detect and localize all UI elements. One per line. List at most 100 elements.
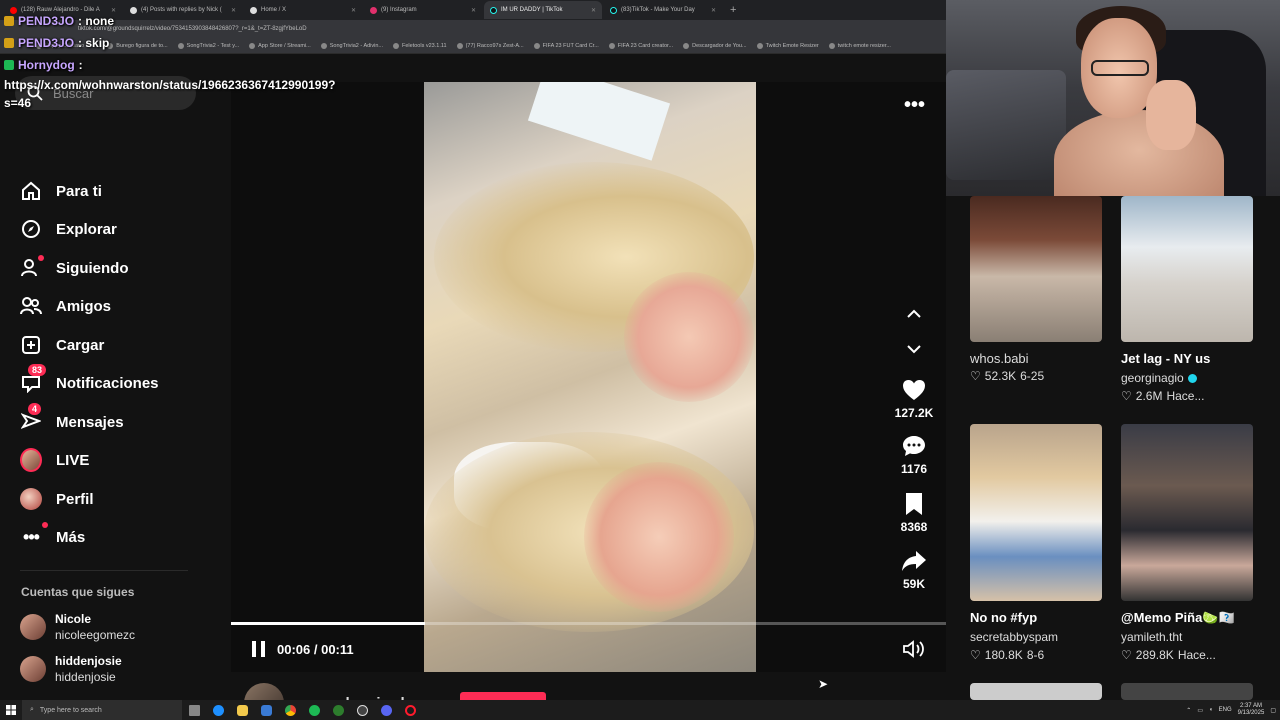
share-count: 59K bbox=[902, 577, 925, 591]
sidebar-item-siguiendo[interactable]: Siguiendo bbox=[20, 255, 129, 279]
live-icon bbox=[20, 448, 42, 472]
bookmark-icon bbox=[456, 42, 463, 49]
share-icon bbox=[890, 547, 938, 575]
recommended-video-thumbnail[interactable] bbox=[970, 683, 1102, 700]
browser-tab[interactable]: (9) Instagram ✕ bbox=[364, 1, 482, 19]
share-button[interactable]: 59K bbox=[890, 547, 938, 591]
bookmark[interactable]: (77) Racco97s Zest-A... bbox=[456, 42, 524, 49]
windows-taskbar: ⌕ Type here to search ⌃ ▭ ◖ ENG 2:37 AM 9/… bbox=[0, 700, 1280, 720]
search-icon: ⌕ bbox=[30, 706, 34, 713]
opera-icon[interactable] bbox=[398, 700, 422, 720]
sidebar-item-mas[interactable]: ••• Más bbox=[20, 522, 85, 548]
close-tab-icon[interactable]: ✕ bbox=[591, 7, 596, 14]
store-icon[interactable] bbox=[254, 700, 278, 720]
followed-account[interactable]: Nicole nicoleegomezc bbox=[20, 611, 135, 643]
bookmark[interactable]: FIFA 23 FUT Card Cr... bbox=[533, 42, 599, 49]
edge-icon[interactable] bbox=[206, 700, 230, 720]
sidebar-item-para-ti[interactable]: Para ti bbox=[20, 180, 102, 202]
chat-badge-icon bbox=[4, 16, 14, 26]
bookmark[interactable]: SongTrivia2 - Adivin... bbox=[320, 42, 383, 49]
friends-icon bbox=[20, 295, 42, 317]
sidebar-item-amigos[interactable]: Amigos bbox=[20, 295, 111, 317]
bookmark-icon bbox=[533, 42, 540, 49]
pause-icon[interactable] bbox=[251, 640, 267, 658]
bookmark-icon bbox=[608, 42, 615, 49]
close-tab-icon[interactable]: ✕ bbox=[471, 7, 476, 14]
video-frame-image[interactable] bbox=[424, 82, 756, 672]
bookmark[interactable]: Twitch Emote Resizer bbox=[756, 42, 819, 49]
volume-icon[interactable] bbox=[903, 640, 925, 658]
notification-dot bbox=[42, 522, 48, 528]
system-clock[interactable]: 2:37 AM 9/13/2025 bbox=[1238, 703, 1265, 717]
file-explorer-icon[interactable] bbox=[230, 700, 254, 720]
close-tab-icon[interactable]: ✕ bbox=[351, 7, 356, 14]
previous-video-icon[interactable] bbox=[905, 305, 923, 323]
bookmark-icon bbox=[890, 490, 938, 518]
sidebar-item-live[interactable]: LIVE bbox=[20, 448, 89, 472]
bookmark[interactable]: Descargador de You... bbox=[683, 42, 747, 49]
browser-tab[interactable]: Home / X ✕ bbox=[244, 1, 362, 19]
system-tray: ⌃ ▭ ◖ ENG 2:37 AM 9/13/2025 ▢ bbox=[1186, 700, 1280, 720]
video-progress-bar[interactable] bbox=[231, 622, 949, 625]
save-count: 8368 bbox=[900, 520, 928, 534]
obs-icon[interactable] bbox=[350, 700, 374, 720]
recommended-video-title[interactable]: @Memo Piña🍋‍🟩🇽🇽 bbox=[1121, 610, 1235, 626]
sidebar-item-perfil[interactable]: Perfil bbox=[20, 488, 94, 510]
recommended-video-title[interactable]: whos.babi bbox=[970, 351, 1029, 366]
heart-icon bbox=[890, 376, 938, 404]
task-view-icon[interactable] bbox=[182, 700, 206, 720]
network-icon[interactable]: ▭ bbox=[1197, 707, 1203, 714]
recommended-video-thumbnail[interactable] bbox=[1121, 196, 1253, 342]
recommended-video-thumbnail[interactable] bbox=[1121, 424, 1253, 601]
recommended-video-title[interactable]: Jet lag - NY us bbox=[1121, 351, 1210, 366]
recommended-video-user[interactable]: secretabbyspam bbox=[970, 630, 1058, 644]
browser-tab-active[interactable]: IM UR DADDY | TikTok ✕ bbox=[484, 1, 602, 19]
bookmark[interactable]: FIFA 23 Card creator... bbox=[608, 42, 673, 49]
bookmark[interactable]: App Store / Streami... bbox=[249, 42, 311, 49]
save-button[interactable]: 8368 bbox=[890, 490, 938, 534]
chat-badge-icon bbox=[4, 60, 14, 70]
close-tab-icon[interactable]: ✕ bbox=[711, 7, 716, 14]
xbox-icon[interactable] bbox=[326, 700, 350, 720]
recommended-video-stats: ♡ 289.8K Hace... bbox=[1121, 648, 1216, 662]
new-tab-button[interactable]: + bbox=[730, 4, 736, 16]
avatar bbox=[20, 656, 46, 682]
recommended-video-user[interactable]: georginagio bbox=[1121, 371, 1197, 385]
browser-tab[interactable]: (83)TikTok - Make Your Day ✕ bbox=[604, 1, 722, 19]
volume-tray-icon[interactable]: ◖ bbox=[1209, 707, 1213, 713]
more-icon: ••• bbox=[20, 522, 48, 548]
heart-outline-icon: ♡ bbox=[1121, 648, 1132, 662]
taskbar-search-input[interactable]: ⌕ Type here to search bbox=[22, 700, 182, 720]
windows-start-icon[interactable] bbox=[0, 700, 22, 720]
notifications-icon[interactable]: ▢ bbox=[1270, 707, 1276, 714]
next-video-icon[interactable] bbox=[905, 340, 923, 358]
compass-icon bbox=[20, 218, 42, 240]
sidebar-item-explorar[interactable]: Explorar bbox=[20, 218, 117, 240]
bookmark[interactable]: twitch emote resizer... bbox=[828, 42, 891, 49]
sidebar-item-cargar[interactable]: Cargar bbox=[20, 334, 104, 356]
bookmark[interactable]: Feletools v23.1.11 bbox=[393, 42, 447, 49]
tray-chevron-icon[interactable]: ⌃ bbox=[1186, 707, 1191, 714]
comment-button[interactable]: 1176 bbox=[890, 432, 938, 476]
close-tab-icon[interactable]: ✕ bbox=[231, 7, 236, 14]
more-options-icon[interactable]: ••• bbox=[904, 94, 925, 117]
sidebar-item-mensajes[interactable]: 4 Mensajes bbox=[20, 403, 124, 433]
comment-icon bbox=[890, 432, 938, 460]
inbox-icon: 83 bbox=[20, 364, 47, 394]
recommended-video-thumbnail[interactable] bbox=[970, 196, 1102, 342]
chat-message: Hornydog: bbox=[4, 54, 214, 76]
video-progress-fill bbox=[231, 622, 425, 625]
recommended-video-title[interactable]: No no #fyp bbox=[970, 610, 1037, 625]
language-indicator[interactable]: ENG bbox=[1219, 707, 1232, 713]
spotify-icon[interactable] bbox=[302, 700, 326, 720]
recommended-video-thumbnail[interactable] bbox=[970, 424, 1102, 601]
tiktok-favicon-icon bbox=[610, 6, 617, 14]
chrome-icon[interactable] bbox=[278, 700, 302, 720]
discord-icon[interactable] bbox=[374, 700, 398, 720]
recommended-video-user[interactable]: yamileth.tht bbox=[1121, 630, 1182, 644]
recommended-video-thumbnail[interactable] bbox=[1121, 683, 1253, 700]
sidebar-item-notificaciones[interactable]: 83 Notificaciones bbox=[20, 364, 159, 394]
like-button[interactable]: 127.2K bbox=[890, 376, 938, 420]
followed-account[interactable]: hiddenjosie hiddenjosie bbox=[20, 653, 122, 685]
verified-badge-icon bbox=[1187, 373, 1197, 383]
